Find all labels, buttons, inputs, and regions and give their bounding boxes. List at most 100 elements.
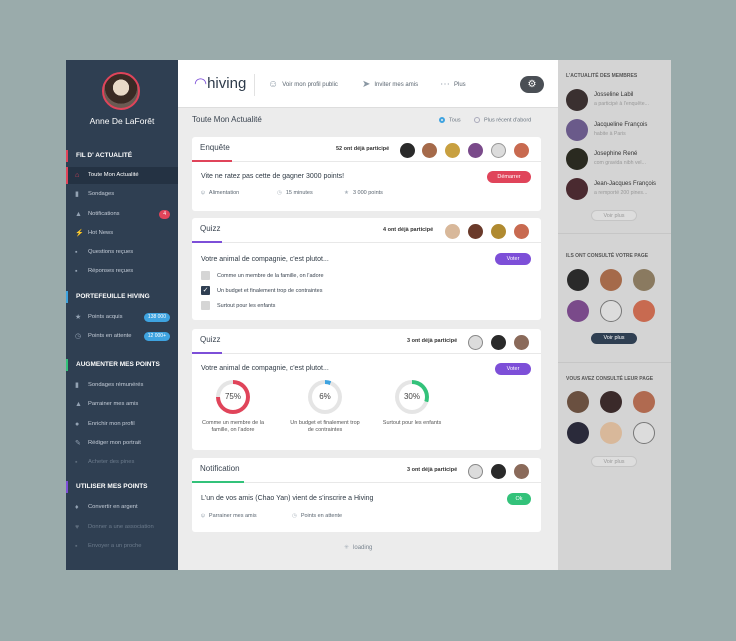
avatar[interactable] — [633, 422, 655, 444]
sidebar-item-envoyer[interactable]: ▪ Envoyer a un proche — [66, 538, 178, 555]
start-button[interactable]: Démarrer — [487, 171, 531, 183]
sidebar-item-acheter-pines[interactable]: ▪ Acheter des pines — [66, 454, 178, 471]
sidebar-item-points-en-attente[interactable]: ◷ Points en attente 12 000+ — [66, 328, 178, 345]
visited-title: ILS ONT CONSULTÉ VOTRE PAGE — [566, 253, 649, 259]
see-more-members-button[interactable]: Voir plus — [591, 210, 637, 221]
avatar[interactable] — [491, 335, 506, 350]
hiving-logo[interactable]: ◠hiving — [194, 74, 246, 92]
user-name: Anne De LaForêt — [89, 116, 155, 126]
member-item[interactable]: Josseline Labil a participé à l'enquête..… — [566, 89, 666, 111]
avatar[interactable] — [468, 143, 483, 158]
member-item[interactable]: Jean-Jacques François a remporté 200 pine… — [566, 178, 666, 200]
bar-chart-icon: ▮ — [75, 191, 79, 198]
card-title: Notification — [200, 464, 240, 473]
avatar[interactable] — [468, 464, 483, 479]
sidebar-item-parrainer[interactable]: ▲ Parrainer mes amis — [66, 396, 178, 413]
avatar[interactable] — [514, 143, 529, 158]
avatar[interactable] — [445, 143, 460, 158]
settings-button[interactable]: ⚙ — [520, 76, 544, 93]
avatar[interactable] — [633, 300, 655, 322]
sidebar-item-hot-news[interactable]: ⚡ Hot News — [66, 225, 178, 242]
checkbox[interactable] — [201, 271, 210, 280]
top-bar: ◠hiving ☺ Voir mon profil public ➤ Inviter… — [178, 60, 558, 108]
avatar[interactable] — [422, 143, 437, 158]
avatar[interactable] — [567, 300, 589, 322]
divider — [192, 161, 541, 162]
divider — [558, 233, 671, 234]
avatar[interactable] — [566, 148, 588, 170]
avatar[interactable] — [400, 143, 415, 158]
sidebar-item-toute-mon-actualite[interactable]: ⌂ Toute Mon Actualité — [66, 167, 178, 184]
see-more-consulted-button[interactable]: Voir plus — [591, 456, 637, 467]
avatar[interactable] — [491, 224, 506, 239]
quiz-option[interactable]: Comme un membre de la famille, on l'ador… — [201, 271, 324, 280]
avatar[interactable] — [633, 269, 655, 291]
avatar[interactable] — [102, 72, 140, 110]
result-ring: 6% — [308, 380, 342, 414]
money-icon: ♦ — [75, 504, 79, 511]
checkbox-checked[interactable]: ✓ — [201, 286, 210, 295]
spinner-icon: ✳ — [344, 545, 350, 551]
member-item[interactable]: Josephine René com gravida nibh vel... — [566, 148, 666, 170]
sidebar-item-questions-recues[interactable]: ▪ Questions reçues — [66, 244, 178, 261]
avatar[interactable] — [567, 391, 589, 413]
avatar[interactable] — [633, 391, 655, 413]
section-utiliser: UTILISER MES POINTS — [66, 481, 178, 493]
vote-button[interactable]: Voter — [495, 363, 531, 375]
consulted-title: VOUS AVEZ CONSULTÉ LEUR PAGE — [566, 376, 654, 382]
see-more-visitors-button[interactable]: Voir plus — [591, 333, 637, 344]
divider — [192, 242, 541, 243]
card-quizz-1: Quizz 4 ont déjà participé Votre animal … — [192, 218, 541, 320]
avatar[interactable] — [445, 224, 460, 239]
chat-reply-icon: ▪ — [75, 268, 78, 275]
member-item[interactable]: Jacqueline François habite à Paris — [566, 119, 666, 141]
avatar[interactable] — [600, 422, 622, 444]
avatar[interactable] — [600, 300, 622, 322]
avatar[interactable] — [566, 89, 588, 111]
card-question: Votre animal de compagnie, c'est plutot.… — [201, 256, 329, 263]
sidebar-item-sondages-remuneres[interactable]: ▮ Sondages rémunérés — [66, 377, 178, 394]
user-icon: ☺ — [268, 79, 279, 90]
sidebar-item-reponses-recues[interactable]: ▪ Réponses reçues — [66, 263, 178, 280]
vote-button[interactable]: Voter — [495, 253, 531, 265]
participants-count: 4 ont déjà participé — [383, 227, 434, 233]
avatar[interactable] — [468, 224, 483, 239]
filter-recent-radio[interactable]: Plus récent d'abord — [474, 117, 531, 123]
avatar[interactable] — [514, 224, 529, 239]
avatar[interactable] — [566, 119, 588, 141]
points-attente-badge: 12 000+ — [143, 332, 170, 341]
avatar[interactable] — [567, 422, 589, 444]
sidebar-item-points-acquis[interactable]: ★ Points acquis 138 000 — [66, 309, 178, 326]
ring-value: 6% — [319, 392, 331, 401]
checkbox[interactable] — [201, 301, 210, 310]
card-question: L'un de vos amis (Chao Yan) vient de s'i… — [201, 495, 374, 502]
fork-knife-icon: ψ — [201, 190, 205, 196]
invite-friends-link[interactable]: ➤ Inviter mes amis — [362, 79, 418, 90]
ok-button[interactable]: Ok — [507, 493, 531, 505]
sidebar-item-enrichir-profil[interactable]: ● Enrichir mon profil — [66, 416, 178, 433]
avatar[interactable] — [514, 335, 529, 350]
avatar[interactable] — [600, 391, 622, 413]
sidebar-item-notifications[interactable]: ▲ Notifications 4 — [66, 206, 178, 223]
sidebar-item-sondages[interactable]: ▮ Sondages — [66, 186, 178, 203]
sidebar-item-convertir[interactable]: ♦ Convertir en argent — [66, 499, 178, 516]
gear-icon: ⚙ — [527, 79, 537, 90]
sidebar-item-rediger-portrait[interactable]: ✎ Rédiger mon portrait — [66, 435, 178, 452]
avatar[interactable] — [491, 464, 506, 479]
quiz-option[interactable]: ✓ Un budget et finalement trop de contrai… — [201, 286, 322, 295]
avatar[interactable] — [567, 269, 589, 291]
more-link[interactable]: ⋯ Plus — [440, 79, 466, 90]
quiz-option[interactable]: Surtout pour les enfants — [201, 301, 275, 310]
sidebar-item-donner[interactable]: ♥ Donner a une association — [66, 519, 178, 536]
avatar[interactable] — [491, 143, 506, 158]
avatar[interactable] — [514, 464, 529, 479]
avatar[interactable] — [468, 335, 483, 350]
title-underline — [192, 241, 222, 243]
title-underline — [192, 352, 222, 354]
filter-all-radio[interactable]: Tous — [439, 117, 461, 123]
ring-value: 75% — [224, 392, 241, 401]
view-public-profile-link[interactable]: ☺ Voir mon profil public — [268, 79, 338, 90]
card-title: Quizz — [200, 224, 221, 233]
avatar[interactable] — [600, 269, 622, 291]
avatar[interactable] — [566, 178, 588, 200]
